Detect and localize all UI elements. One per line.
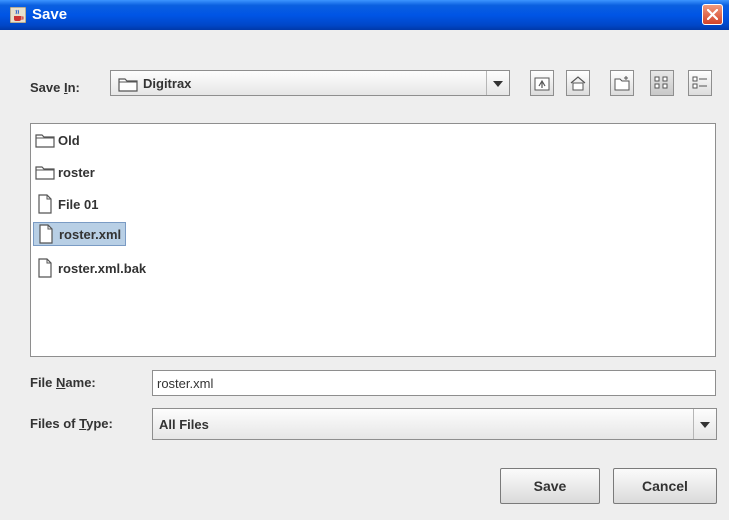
- chevron-down-icon: [493, 81, 503, 87]
- details-view-button[interactable]: [688, 70, 712, 96]
- title-bar[interactable]: Save: [0, 0, 729, 30]
- list-item-file-01[interactable]: File 01: [35, 192, 102, 216]
- save-in-label: Save In:: [30, 80, 80, 95]
- folder-icon: [35, 166, 55, 180]
- file-name-field[interactable]: [152, 370, 716, 396]
- save-button[interactable]: Save: [500, 468, 600, 504]
- file-type-value: All Files: [159, 417, 209, 432]
- folder-icon: [35, 134, 55, 148]
- close-button[interactable]: [702, 4, 723, 25]
- save-in-value: Digitrax: [143, 76, 192, 91]
- up-one-level-icon: [534, 77, 550, 91]
- file-type-dropdown[interactable]: All Files: [152, 408, 717, 440]
- folder-icon: [118, 78, 138, 92]
- list-item-roster[interactable]: roster: [35, 160, 99, 184]
- file-type-dropdown-arrow[interactable]: [693, 409, 716, 439]
- java-cup-icon: [10, 7, 26, 23]
- save-in-dropdown[interactable]: Digitrax: [110, 70, 510, 96]
- file-type-label: Files of Type:: [30, 416, 113, 431]
- file-icon: [38, 258, 52, 278]
- file-name-label: File Name:: [30, 375, 96, 390]
- chevron-down-icon: [700, 422, 710, 428]
- list-item-roster-xml[interactable]: roster.xml: [33, 222, 127, 246]
- file-name-input[interactable]: [153, 371, 715, 395]
- dialog-body: Save In: Digitrax Old roster File 01 ros…: [0, 30, 729, 520]
- file-icon: [39, 224, 53, 244]
- list-item-roster-xml-bak[interactable]: roster.xml.bak: [35, 256, 150, 280]
- file-list[interactable]: Old roster File 01 roster.xml roster.xml…: [30, 123, 716, 357]
- close-icon: [707, 9, 718, 20]
- file-icon: [38, 194, 52, 214]
- up-one-level-button[interactable]: [530, 70, 554, 96]
- list-view-icon: [654, 76, 668, 89]
- save-in-dropdown-arrow[interactable]: [486, 71, 509, 95]
- home-button[interactable]: [566, 70, 590, 96]
- list-view-button[interactable]: [650, 70, 674, 96]
- new-folder-button[interactable]: [610, 70, 634, 96]
- details-view-icon: [692, 76, 707, 89]
- cancel-button[interactable]: Cancel: [613, 468, 717, 504]
- new-folder-icon: [614, 76, 630, 91]
- home-icon: [570, 76, 586, 91]
- window-title: Save: [32, 6, 68, 23]
- list-item-old[interactable]: Old: [35, 128, 84, 152]
- save-dialog: Save Save In: Digitrax Old roster File 0…: [0, 0, 729, 520]
